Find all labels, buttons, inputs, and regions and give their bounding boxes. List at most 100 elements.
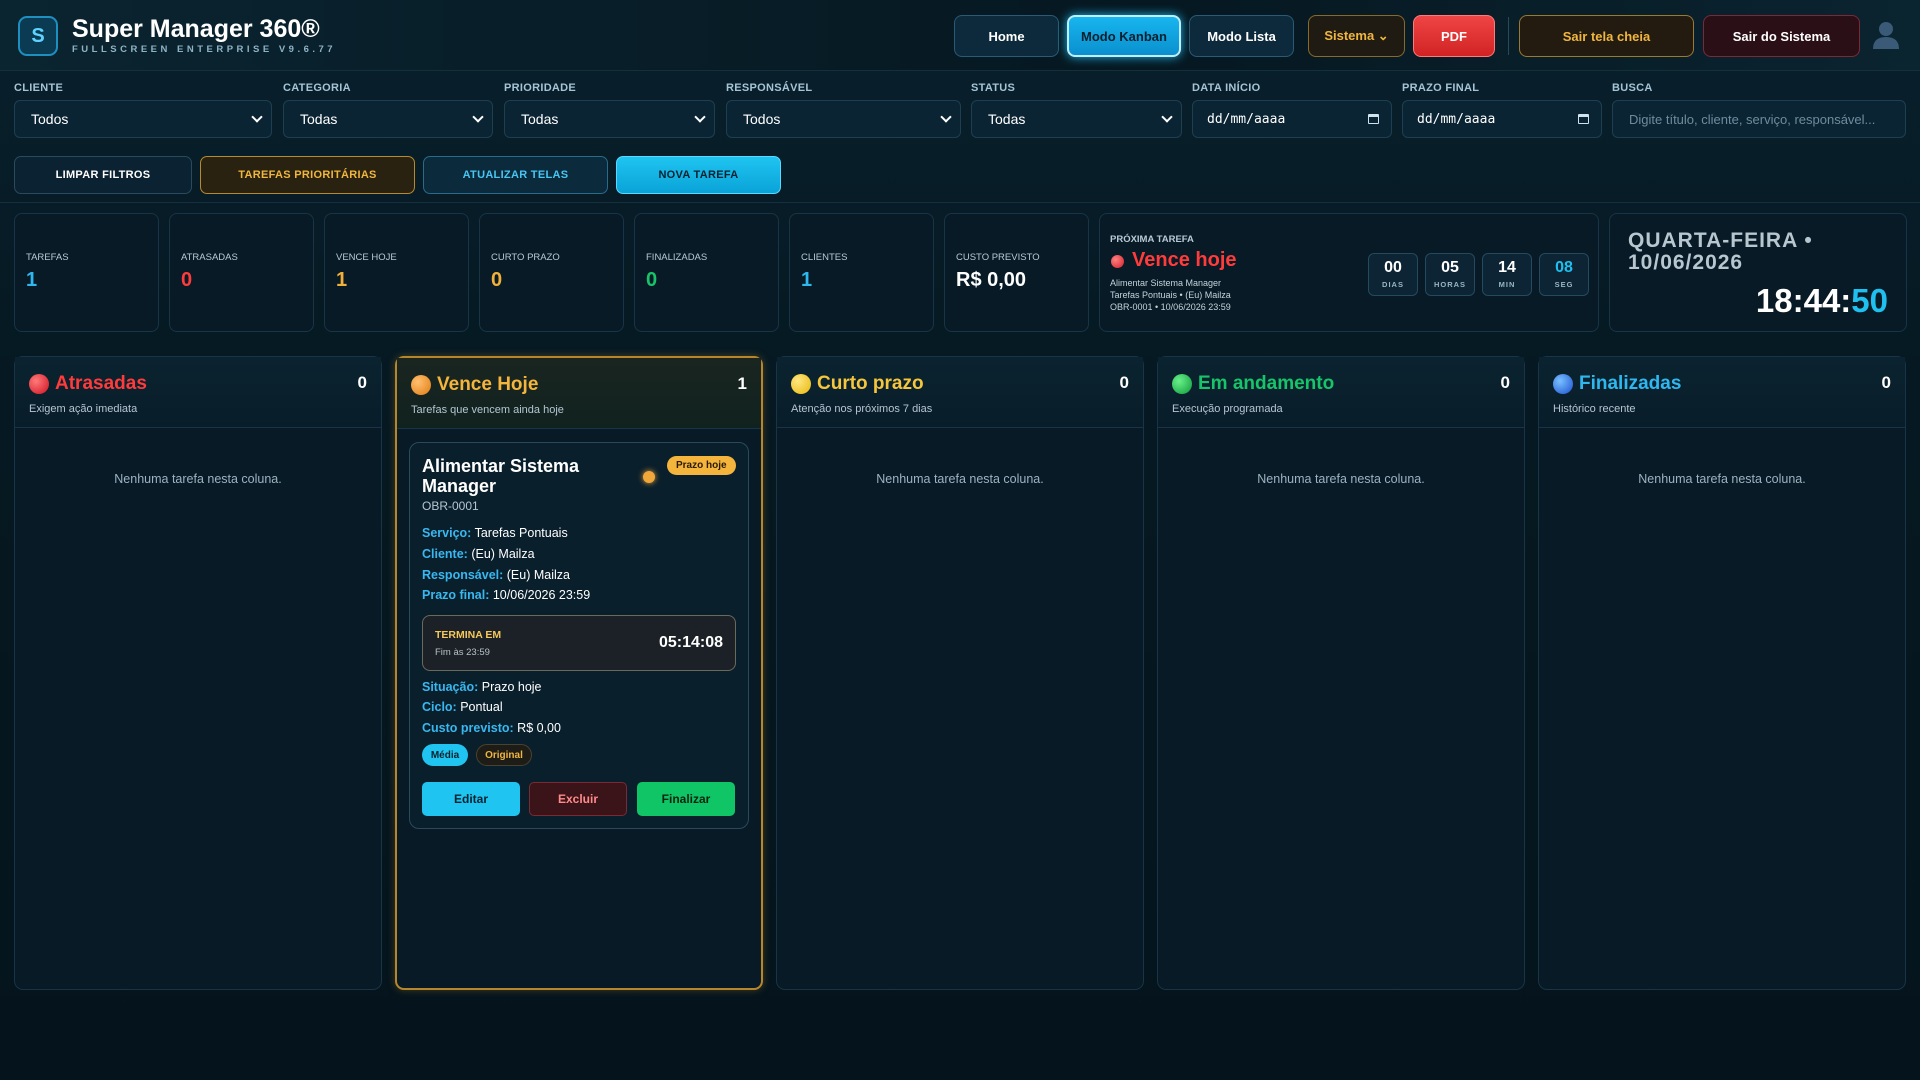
empty-message: Nenhuma tarefa nesta coluna. bbox=[1638, 472, 1806, 486]
countdown-value: 00 bbox=[1384, 259, 1402, 276]
stat-value: 0 bbox=[646, 269, 658, 291]
deadline-badge: Prazo hoje bbox=[667, 456, 736, 475]
status-select-value: Todas bbox=[988, 111, 1026, 127]
status-filter-label: STATUS bbox=[971, 82, 1016, 94]
column-title: Curto prazo bbox=[817, 373, 924, 394]
logout-button[interactable]: Sair do Sistema bbox=[1703, 15, 1860, 57]
yellow-dot-icon bbox=[791, 374, 811, 394]
next-task-deadline: OBR-0001 • 10/06/2026 23:59 bbox=[1110, 302, 1231, 312]
priority-filter-label: PRIORIDADE bbox=[504, 82, 577, 94]
delete-button[interactable]: Excluir bbox=[529, 782, 627, 816]
task-cost: Custo previsto: R$ 0,00 bbox=[422, 721, 561, 735]
calendar-icon[interactable] bbox=[1368, 114, 1379, 124]
stat-card-due-today: VENCE HOJE 1 bbox=[324, 213, 469, 332]
countdown-seconds: 08 SEG bbox=[1539, 253, 1589, 296]
empty-message: Nenhuma tarefa nesta coluna. bbox=[876, 472, 1044, 486]
refresh-screens-button[interactable]: ATUALIZAR TELAS bbox=[423, 156, 608, 194]
chevron-down-icon bbox=[694, 111, 706, 123]
responsible-select[interactable]: Todos bbox=[726, 100, 961, 138]
field-value: R$ 0,00 bbox=[517, 721, 561, 735]
column-header: Finalizadas 0 Histórico recente bbox=[1539, 357, 1905, 428]
countdown-days: 00 DIAS bbox=[1368, 253, 1418, 296]
due-date-value: dd/mm/aaaa bbox=[1417, 111, 1496, 127]
green-dot-icon bbox=[1172, 374, 1192, 394]
column-title: Vence Hoje bbox=[437, 374, 539, 395]
column-subtitle: Histórico recente bbox=[1553, 403, 1636, 415]
task-cycle: Ciclo: Pontual bbox=[422, 700, 503, 714]
field-value: 10/06/2026 23:59 bbox=[492, 588, 591, 602]
task-deadline: Prazo final: 10/06/2026 23:59 bbox=[422, 588, 590, 602]
orange-status-dot-icon bbox=[643, 471, 655, 483]
red-dot-icon bbox=[29, 374, 49, 394]
start-date-input[interactable]: dd/mm/aaaa bbox=[1192, 100, 1392, 138]
due-date-label: PRAZO FINAL bbox=[1402, 82, 1480, 94]
category-select[interactable]: Todas bbox=[283, 100, 493, 138]
countdown-unit: SEG bbox=[1554, 280, 1574, 289]
divider bbox=[1508, 17, 1509, 55]
stat-card-overdue: ATRASADAS 0 bbox=[169, 213, 314, 332]
finish-button[interactable]: Finalizar bbox=[637, 782, 735, 816]
countdown-minutes: 14 MIN bbox=[1482, 253, 1532, 296]
stat-label: ATRASADAS bbox=[181, 252, 238, 263]
stat-value: 1 bbox=[26, 269, 38, 291]
field-label: Custo previsto: bbox=[422, 721, 514, 735]
column-count: 1 bbox=[737, 374, 747, 393]
edit-button[interactable]: Editar bbox=[422, 782, 520, 816]
list-mode-button[interactable]: Modo Lista bbox=[1189, 15, 1294, 57]
category-filter-label: CATEGORIA bbox=[283, 82, 351, 94]
stat-card-finished: FINALIZADAS 0 bbox=[634, 213, 779, 332]
countdown-end-time: Fim às 23:59 bbox=[435, 647, 490, 658]
origin-tag: Original bbox=[476, 744, 532, 766]
client-select[interactable]: Todos bbox=[14, 100, 272, 138]
task-card[interactable]: Alimentar Sistema Manager Prazo hoje OBR… bbox=[409, 442, 749, 829]
kanban-mode-button[interactable]: Modo Kanban bbox=[1067, 15, 1181, 57]
home-button[interactable]: Home bbox=[954, 15, 1059, 57]
stat-card-short-term: CURTO PRAZO 0 bbox=[479, 213, 624, 332]
stat-label: CLIENTES bbox=[801, 252, 848, 263]
category-select-value: Todas bbox=[300, 111, 338, 127]
column-header: Curto prazo 0 Atenção nos próximos 7 dia… bbox=[777, 357, 1143, 428]
column-count: 0 bbox=[1119, 373, 1129, 392]
priority-select[interactable]: Todas bbox=[504, 100, 715, 138]
search-input[interactable]: Digite título, cliente, serviço, respons… bbox=[1612, 100, 1906, 138]
countdown-unit: MIN bbox=[1498, 280, 1516, 289]
field-label: Serviço: bbox=[422, 526, 472, 540]
stat-value: 1 bbox=[336, 269, 348, 291]
calendar-icon[interactable] bbox=[1578, 114, 1589, 124]
column-title: Em andamento bbox=[1198, 373, 1335, 394]
stat-value: 1 bbox=[801, 269, 813, 291]
pdf-button[interactable]: PDF bbox=[1413, 15, 1495, 57]
task-client: Cliente: (Eu) Mailza bbox=[422, 547, 535, 561]
column-header: Em andamento 0 Execução programada bbox=[1158, 357, 1524, 428]
due-date-input[interactable]: dd/mm/aaaa bbox=[1402, 100, 1602, 138]
next-task-label: PRÓXIMA TAREFA bbox=[1110, 234, 1194, 245]
priority-tasks-button[interactable]: TAREFAS PRIORITÁRIAS bbox=[200, 156, 415, 194]
column-due-today: Vence Hoje 1 Tarefas que vencem ainda ho… bbox=[395, 356, 763, 990]
field-label: Cliente: bbox=[422, 547, 468, 561]
field-label: Ciclo: bbox=[422, 700, 457, 714]
clock-panel: QUARTA-FEIRA • 10/06/2026 18:44:50 bbox=[1609, 213, 1907, 332]
exit-fullscreen-button[interactable]: Sair tela cheia bbox=[1519, 15, 1694, 57]
field-value: (Eu) Mailza bbox=[506, 568, 570, 582]
system-menu-button[interactable]: Sistema ⌄ bbox=[1308, 15, 1405, 57]
stat-label: VENCE HOJE bbox=[336, 252, 397, 263]
column-overdue: Atrasadas 0 Exigem ação imediata Nenhuma… bbox=[14, 356, 382, 990]
column-count: 0 bbox=[1881, 373, 1891, 392]
clear-filters-button[interactable]: LIMPAR FILTROS bbox=[14, 156, 192, 194]
new-task-button[interactable]: NOVA TAREFA bbox=[616, 156, 781, 194]
priority-tag: Média bbox=[422, 744, 468, 766]
next-task-title: Alimentar Sistema Manager bbox=[1110, 278, 1222, 288]
user-avatar-icon[interactable] bbox=[1872, 20, 1900, 50]
stat-label: TAREFAS bbox=[26, 252, 69, 263]
stat-value: 0 bbox=[181, 269, 193, 291]
search-label: BUSCA bbox=[1612, 82, 1653, 94]
column-in-progress: Em andamento 0 Execução programada Nenhu… bbox=[1157, 356, 1525, 990]
column-finished: Finalizadas 0 Histórico recente Nenhuma … bbox=[1538, 356, 1906, 990]
stat-label: FINALIZADAS bbox=[646, 252, 708, 263]
status-select[interactable]: Todas bbox=[971, 100, 1182, 138]
next-task-panel[interactable]: PRÓXIMA TAREFA Vence hoje Alimentar Sist… bbox=[1099, 213, 1599, 332]
responsible-select-value: Todos bbox=[743, 111, 781, 127]
field-label: Situação: bbox=[422, 680, 479, 694]
countdown-value: 05:14:08 bbox=[658, 634, 723, 651]
field-value: Prazo hoje bbox=[481, 680, 542, 694]
